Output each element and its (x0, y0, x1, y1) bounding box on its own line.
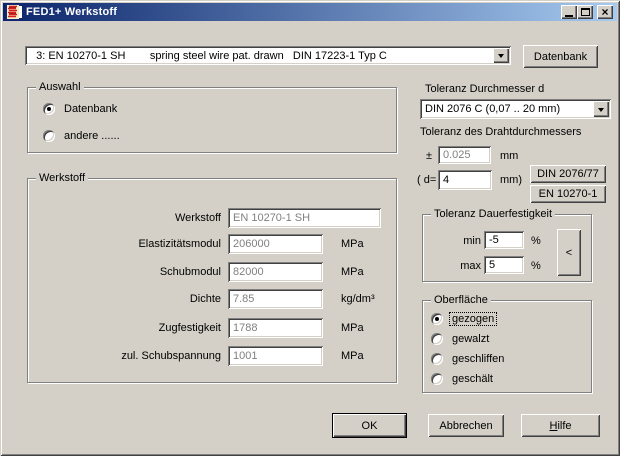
elastizitaetsmodul-label: Elastizitätsmodul (28, 238, 221, 250)
radio-andere[interactable]: andere ...... (43, 129, 123, 143)
max-field[interactable]: 5 (484, 256, 524, 274)
werkstoff-field[interactable]: EN 10270-1 SH (228, 208, 381, 228)
toleranz-dropdown-button[interactable] (593, 101, 609, 117)
radio-gezogen-icon[interactable] (431, 313, 443, 325)
ok-button[interactable]: OK (333, 414, 406, 437)
radio-gewalzt-icon[interactable] (431, 333, 443, 345)
window-title: FED1+ Werkstoff (26, 6, 117, 18)
dauerfestigkeit-group-title: Toleranz Dauerfestigkeit (431, 208, 555, 220)
en-10270-button[interactable]: EN 10270-1 (530, 185, 606, 203)
radio-datenbank-label: Datenbank (61, 102, 120, 116)
maximize-icon (581, 8, 590, 16)
werkstoff-label: Werkstoff (28, 212, 221, 224)
minimize-button[interactable] (561, 5, 577, 19)
radio-andere-icon[interactable] (43, 130, 55, 142)
oberflaeche-group-title: Oberfläche (431, 294, 491, 306)
radio-datenbank-icon[interactable] (43, 103, 55, 115)
datenbank-button[interactable]: Datenbank (523, 45, 598, 68)
chevron-down-icon (598, 108, 604, 115)
close-icon: × (601, 7, 608, 17)
schubmodul-unit: MPa (341, 266, 364, 278)
zugfestigkeit-unit: MPa (341, 322, 364, 334)
zugfestigkeit-field[interactable]: 1788 (228, 318, 323, 338)
d-wert-field[interactable]: 4 (438, 170, 492, 190)
maximize-button[interactable] (577, 5, 593, 19)
close-button[interactable]: × (597, 5, 613, 19)
d-prefix-label: ( d= (417, 174, 436, 186)
radio-geschaelt[interactable]: geschält (431, 372, 496, 386)
schubspannung-unit: MPa (341, 350, 364, 362)
radio-geschaelt-icon[interactable] (431, 373, 443, 385)
back-arrow-icon: < (566, 247, 572, 259)
schubspannung-label: zul. Schubspannung (28, 350, 221, 362)
schubmodul-label: Schubmodul (28, 266, 221, 278)
auswahl-group: Auswahl Datenbank andere ...... (27, 87, 397, 153)
werkstoff-group-title: Werkstoff (36, 172, 88, 184)
elastizitaetsmodul-field[interactable]: 206000 (228, 234, 323, 254)
dauerfestigkeit-group: Toleranz Dauerfestigkeit min -5 % max 5 … (422, 214, 592, 282)
radio-andere-label: andere ...... (61, 129, 123, 143)
elastizitaetsmodul-unit: MPa (341, 238, 364, 250)
radio-geschliffen[interactable]: geschliffen (431, 352, 507, 366)
material-select[interactable]: 3: EN 10270-1 SH spring steel wire pat. … (25, 46, 511, 65)
radio-geschaelt-label: geschält (449, 372, 496, 386)
radio-gewalzt-label: gewalzt (449, 332, 492, 346)
radio-geschliffen-icon[interactable] (431, 353, 443, 365)
radio-gezogen[interactable]: gezogen (431, 312, 497, 326)
toleranz-durchmesser-label: Toleranz Durchmesser d (425, 83, 544, 95)
d-suffix-label: mm) (500, 174, 522, 186)
schubspannung-field[interactable]: 1001 (228, 346, 323, 366)
plusminus-sign: ± (426, 150, 432, 162)
chevron-down-icon (498, 54, 504, 61)
toleranz-durchmesser-select[interactable]: DIN 2076 C (0,07 .. 20 mm) (420, 99, 611, 119)
dialog-window: FED1+ Werkstoff × 3: EN 10270-1 SH sprin… (0, 0, 620, 456)
zugfestigkeit-label: Zugfestigkeit (28, 322, 221, 334)
din-2076-button[interactable]: DIN 2076/77 (530, 165, 606, 183)
werkstoff-group: Werkstoff Werkstoff EN 10270-1 SH Elasti… (27, 178, 397, 383)
material-select-dropdown-button[interactable] (493, 48, 509, 63)
toleranz-wert-unit: mm (500, 150, 518, 162)
toleranz-wert-field[interactable]: 0.025 (438, 146, 491, 164)
help-button[interactable]: Hilfe (521, 414, 600, 437)
app-spring-icon (6, 4, 22, 20)
oberflaeche-group: Oberfläche gezogen gewalzt geschliffen g… (422, 300, 592, 393)
radio-datenbank[interactable]: Datenbank (43, 102, 120, 116)
dichte-unit: kg/dm³ (341, 293, 375, 305)
back-arrow-button[interactable]: < (557, 229, 581, 276)
cancel-button[interactable]: Abbrechen (428, 414, 504, 437)
radio-gewalzt[interactable]: gewalzt (431, 332, 492, 346)
dichte-label: Dichte (28, 293, 221, 305)
radio-gezogen-label: gezogen (449, 312, 497, 326)
auswahl-group-title: Auswahl (36, 81, 84, 93)
dichte-field[interactable]: 7.85 (228, 289, 323, 309)
toleranz-durchmesser-value: DIN 2076 C (0,07 .. 20 mm) (420, 103, 560, 115)
titlebar[interactable]: FED1+ Werkstoff (3, 3, 617, 21)
radio-geschliffen-label: geschliffen (449, 352, 507, 366)
max-unit: % (531, 260, 541, 272)
min-field[interactable]: -5 (484, 231, 524, 249)
min-label: min (423, 235, 481, 247)
schubmodul-field[interactable]: 82000 (228, 262, 323, 282)
toleranz-draht-label: Toleranz des Drahtdurchmessers (420, 126, 581, 138)
min-unit: % (531, 235, 541, 247)
material-select-value: 3: EN 10270-1 SH spring steel wire pat. … (25, 50, 387, 62)
max-label: max (423, 260, 481, 272)
minimize-icon (565, 15, 573, 17)
